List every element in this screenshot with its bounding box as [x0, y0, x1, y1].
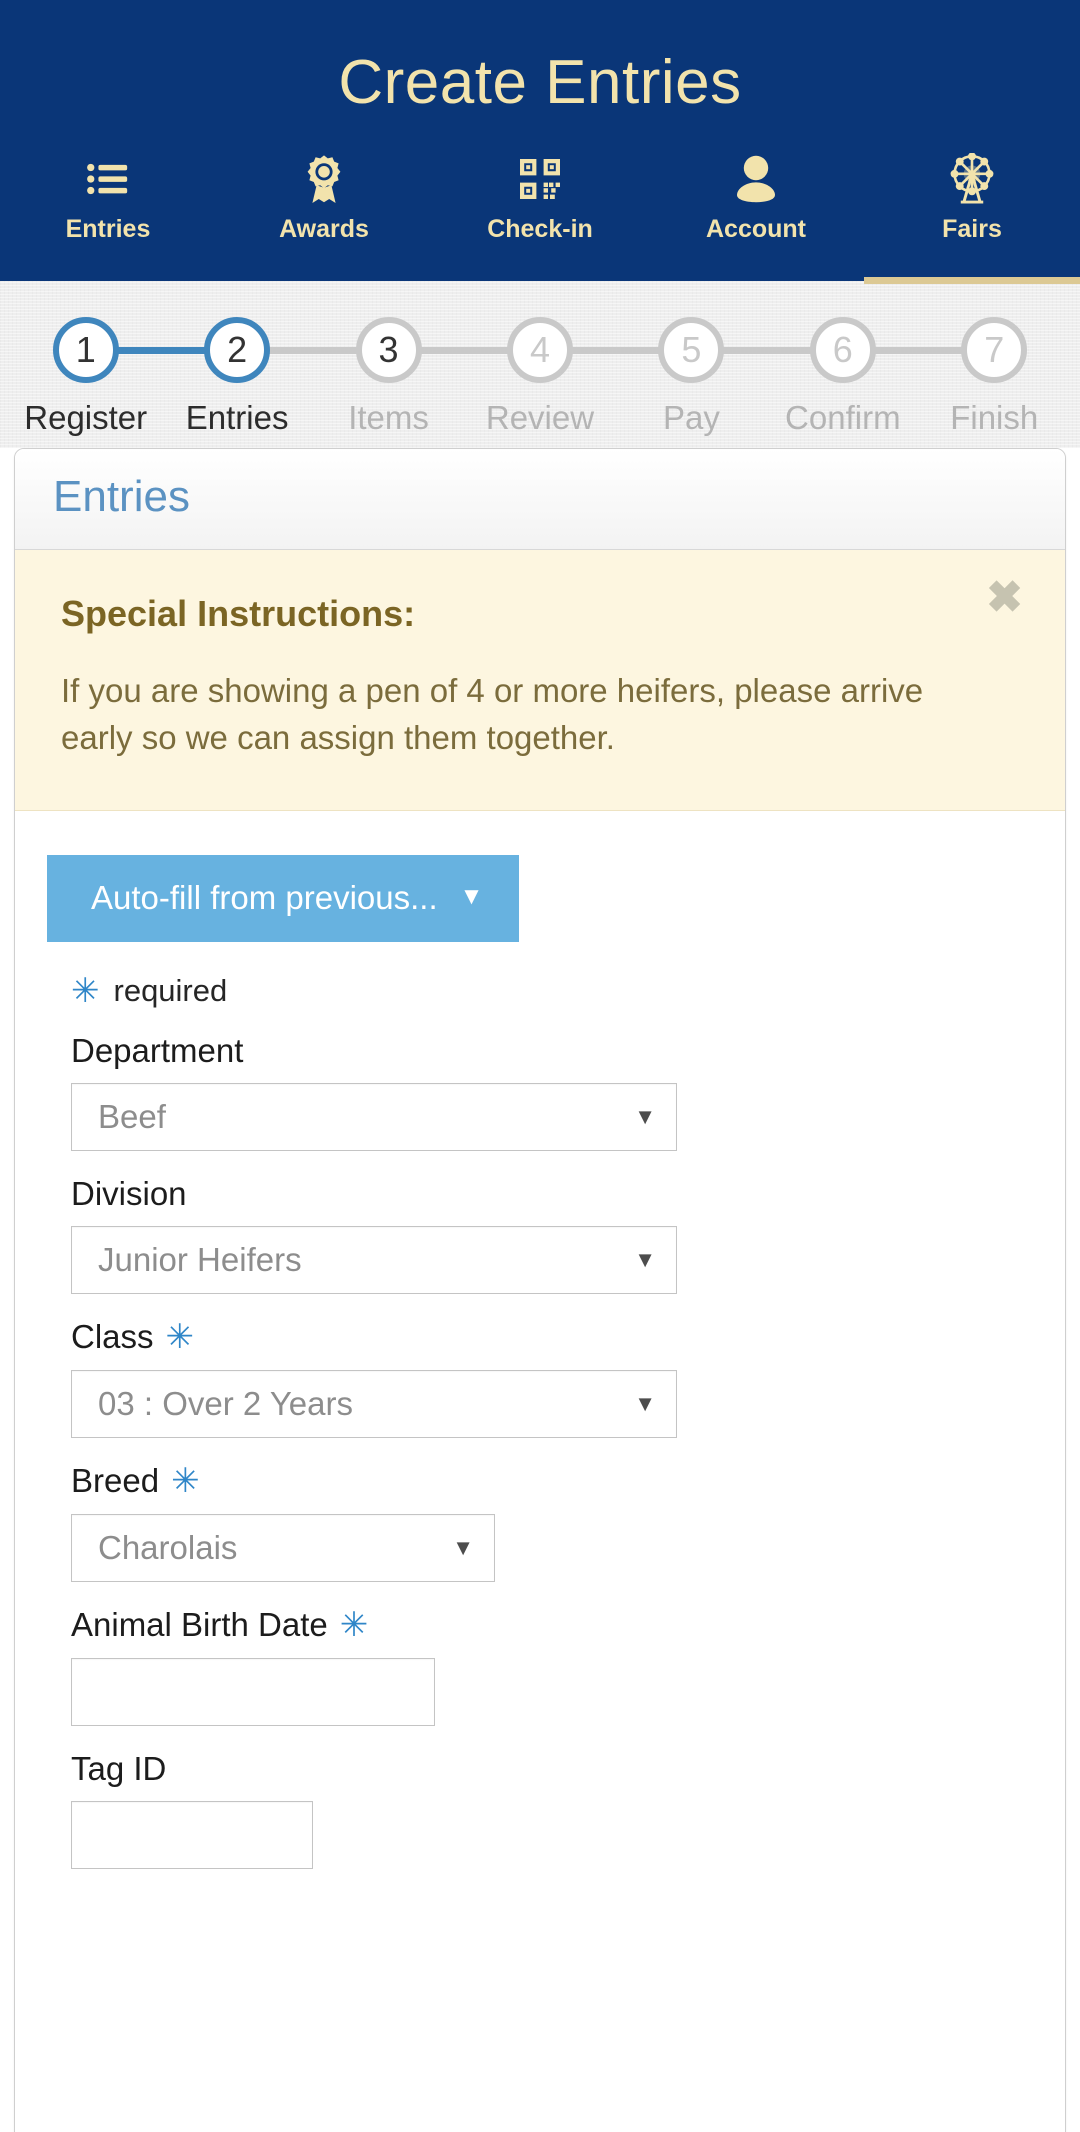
field-label-text: Class	[71, 1318, 154, 1356]
animal-birth-date-input[interactable]	[71, 1657, 435, 1726]
step-label: Review	[485, 399, 595, 436]
step-review: 4 Review	[464, 317, 692, 436]
field-group-breed: Breed ✳ Charolais ▼	[71, 1464, 1065, 1582]
qr-code-icon	[516, 152, 564, 206]
step-label: Pay	[662, 399, 720, 436]
field-label-department: Department	[71, 1034, 1065, 1067]
field-label-text: Department	[71, 1031, 244, 1069]
step-label: Finish	[950, 399, 1039, 436]
nav-tab-account[interactable]: Account	[648, 140, 864, 281]
breed-select[interactable]: Charolais ▼	[71, 1513, 495, 1582]
division-select-value: Junior Heifers	[98, 1241, 302, 1279]
field-group-division: Division Junior Heifers ▼	[71, 1177, 1065, 1294]
nav-tab-awards[interactable]: Awards	[216, 140, 432, 281]
field-group-department: Department Beef ▼	[71, 1034, 1065, 1151]
step-label: Entries	[185, 399, 289, 436]
step-label: Confirm	[785, 399, 901, 436]
ribbon-icon	[300, 152, 348, 206]
nav-tab-label: Fairs	[942, 215, 1002, 243]
nav-tab-check-in[interactable]: Check-in	[432, 140, 648, 281]
breed-select-value: Charolais	[98, 1529, 238, 1567]
entry-form: Auto-fill from previous... ▼ ✳ required …	[15, 811, 1065, 1869]
step-pay: 5 Pay	[616, 317, 843, 436]
nav-tab-entries[interactable]: Entries	[0, 140, 216, 281]
field-group-class: Class ✳ 03 : Over 2 Years ▼	[71, 1320, 1065, 1438]
field-group-animal-birth-date: Animal Birth Date ✳	[71, 1608, 1065, 1726]
division-select[interactable]: Junior Heifers ▼	[71, 1225, 677, 1294]
nav-tab-label: Check-in	[487, 215, 593, 243]
field-label-text: Breed	[71, 1462, 160, 1500]
step-confirm: 6 Confirm	[767, 317, 995, 436]
special-instructions-alert: ✖ Special Instructions: If you are showi…	[15, 550, 1065, 811]
field-label-animal-birth-date: Animal Birth Date ✳	[71, 1608, 1065, 1642]
department-select-value: Beef	[98, 1098, 166, 1136]
field-group-tag-id: Tag ID	[71, 1752, 1065, 1869]
class-select-value: 03 : Over 2 Years	[98, 1385, 353, 1423]
step-number: 5	[658, 317, 725, 383]
alert-body: If you are showing a pen of 4 or more he…	[61, 672, 924, 756]
main-navigation: Entries Awards Check-in Account Fairs	[0, 140, 1080, 284]
step-register[interactable]: 1 Register	[10, 317, 238, 436]
chevron-down-icon: ▼	[452, 1534, 474, 1560]
field-label-tag-id: Tag ID	[71, 1752, 1065, 1785]
step-number: 3	[355, 317, 422, 383]
step-number: 2	[204, 317, 271, 383]
card-header: Entries	[15, 449, 1065, 550]
close-icon[interactable]: ✖	[986, 576, 1023, 620]
chevron-down-icon: ▼	[634, 1103, 656, 1129]
field-label-breed: Breed ✳	[71, 1464, 1065, 1498]
step-number: 1	[52, 317, 119, 383]
alert-heading: Special Instructions:	[61, 593, 416, 634]
autofill-label: Auto-fill from previous...	[91, 878, 438, 916]
required-legend: ✳ required	[71, 974, 1065, 1008]
tag-id-wrap	[71, 1800, 313, 1869]
chevron-down-icon: ▼	[634, 1246, 656, 1272]
nav-tab-label: Account	[706, 215, 806, 243]
required-asterisk-icon: ✳	[171, 1461, 200, 1500]
field-label-division: Division	[71, 1177, 1065, 1210]
animal-birth-date-wrap	[71, 1657, 435, 1726]
entries-card: Entries ✖ Special Instructions: If you a…	[14, 448, 1066, 2132]
field-label-text: Tag ID	[71, 1749, 167, 1787]
required-legend-text: required	[113, 973, 228, 1009]
required-asterisk-icon: ✳	[71, 971, 100, 1010]
step-number: 7	[961, 317, 1028, 383]
class-select[interactable]: 03 : Over 2 Years ▼	[71, 1369, 677, 1438]
app-header: Create Entries Entries Awards Check-in A…	[0, 0, 1080, 284]
step-items[interactable]: 3 Items	[313, 317, 540, 436]
required-asterisk-icon: ✳	[165, 1317, 195, 1356]
progress-stepper: 1 Register 2 Entries 3 Items 4 Review 5 …	[0, 317, 1080, 434]
progress-stepper-area: 1 Register 2 Entries 3 Items 4 Review 5 …	[0, 281, 1080, 448]
person-icon	[734, 152, 778, 206]
field-label-text: Animal Birth Date	[71, 1606, 328, 1644]
step-label: Register	[24, 399, 148, 436]
nav-tab-label: Awards	[279, 215, 369, 243]
step-label: Items	[348, 399, 429, 436]
step-entries[interactable]: 2 Entries	[161, 317, 389, 436]
chevron-down-icon: ▼	[459, 883, 484, 911]
step-finish: 7 Finish	[919, 317, 1070, 434]
tag-id-input[interactable]	[71, 1800, 313, 1869]
chevron-down-icon: ▼	[634, 1390, 656, 1416]
card-title: Entries	[53, 472, 190, 521]
list-icon	[84, 152, 132, 206]
nav-tab-fairs[interactable]: Fairs	[864, 140, 1080, 284]
required-asterisk-icon: ✳	[339, 1605, 369, 1644]
step-number: 6	[809, 317, 876, 383]
department-select[interactable]: Beef ▼	[71, 1082, 677, 1151]
page-title: Create Entries	[338, 48, 742, 117]
nav-tab-label: Entries	[65, 215, 151, 243]
ferris-wheel-icon	[947, 152, 997, 206]
field-label-text: Division	[71, 1174, 187, 1212]
step-number: 4	[506, 317, 573, 383]
field-label-class: Class ✳	[71, 1320, 1065, 1354]
autofill-from-previous-button[interactable]: Auto-fill from previous... ▼	[47, 854, 520, 942]
